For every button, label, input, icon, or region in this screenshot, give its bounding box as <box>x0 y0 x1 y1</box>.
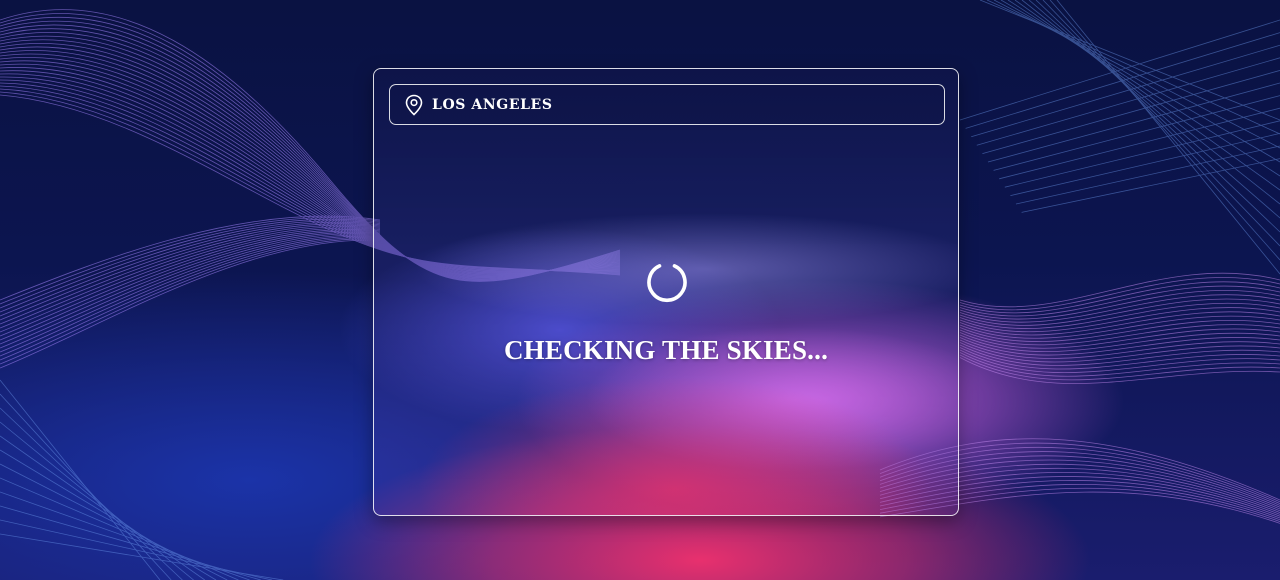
location-name: LOS ANGELES <box>432 96 553 113</box>
weather-card: LOS ANGELES CHECKING THE SKIES... <box>373 68 959 516</box>
loading-status-text: CHECKING THE SKIES... <box>503 335 829 365</box>
loading-spinner-icon <box>646 261 688 303</box>
map-pin-icon <box>404 94 424 116</box>
location-search-bar[interactable]: LOS ANGELES <box>389 84 945 125</box>
